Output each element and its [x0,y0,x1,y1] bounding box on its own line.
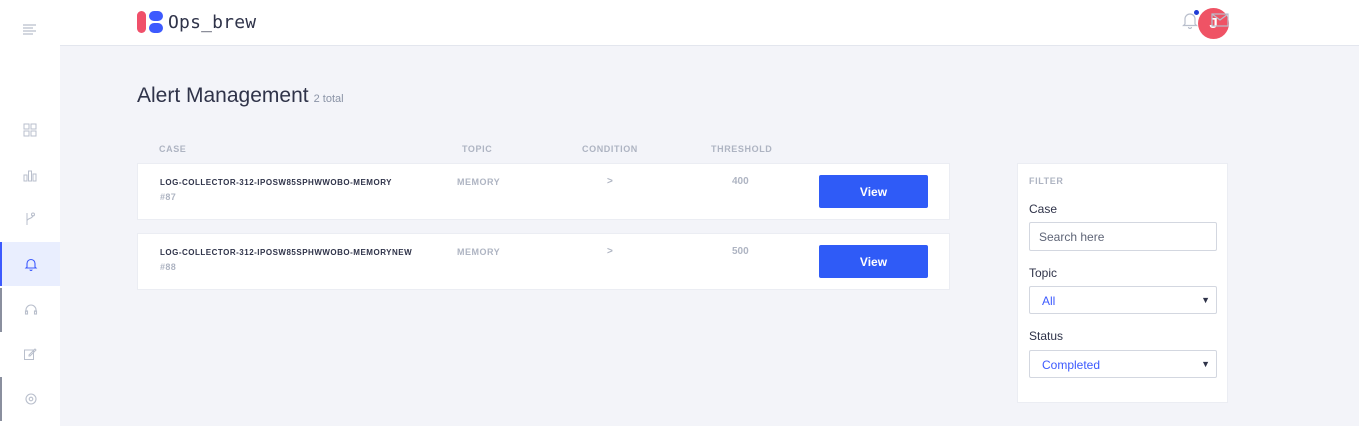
sidebar-item-branches[interactable] [0,197,60,241]
case-search-input[interactable] [1029,222,1217,251]
case-name: LOG-COLLECTOR-312-IPOSW85SPHWWOBO-MEMORY [160,178,393,187]
topic-filter-label: Topic [1029,266,1058,280]
sidebar-item-edit[interactable] [0,332,60,376]
topic-value: MEMORY [457,247,501,257]
column-header-case: CASE [159,144,187,154]
view-button[interactable]: View [819,245,928,278]
logo-mark-icon [136,10,164,34]
messages-button[interactable] [1209,9,1231,31]
column-header-threshold: THRESHOLD [711,144,773,154]
case-id: #87 [160,192,177,202]
case-name: LOG-COLLECTOR-312-IPOSW85SPHWWOBO-MEMORY… [160,248,413,257]
chevron-down-icon: ▼ [1201,295,1210,305]
column-header-condition: CONDITION [582,144,638,154]
status-filter-label: Status [1029,329,1064,343]
table-row: LOG-COLLECTOR-312-IPOSW85SPHWWOBO-MEMORY… [137,233,950,290]
sidebar-item-settings[interactable] [0,377,60,421]
status-select[interactable]: Completed ▼ [1029,350,1217,378]
page-title: Alert Management [137,84,309,107]
bell-icon [24,258,38,271]
view-button[interactable]: View [819,175,928,208]
topic-select[interactable]: All ▼ [1029,286,1217,314]
threshold-value: 500 [732,246,749,257]
topic-selected-value: All [1042,294,1056,308]
chevron-down-icon: ▼ [1201,359,1210,369]
topic-value: MEMORY [457,177,501,187]
mail-icon [1211,13,1229,27]
dashboard-icon [23,123,37,137]
sidebar-item-dashboard[interactable] [0,108,60,152]
total-count: 2 total [313,93,344,105]
headset-icon [24,304,38,315]
sidebar [0,0,60,426]
table-header: CASE TOPIC CONDITION THRESHOLD [137,144,950,158]
sidebar-item-alerts[interactable] [0,242,60,286]
column-header-topic: TOPIC [462,144,493,154]
edit-icon [24,348,37,360]
page-heading: Alert Management 2 total [137,84,344,108]
sidebar-item-analytics[interactable] [0,153,60,197]
brand-name: Ops_brew [168,11,257,33]
threshold-value: 400 [732,176,749,187]
sidebar-item-support[interactable] [0,288,60,332]
notification-dot [1194,10,1199,15]
table-row: LOG-COLLECTOR-312-IPOSW85SPHWWOBO-MEMORY… [137,163,950,220]
chart-icon [23,170,37,182]
case-filter-label: Case [1029,202,1058,216]
filter-panel: FILTER Case Topic All ▼ Status Completed… [1017,163,1228,403]
filter-title: FILTER [1029,176,1064,186]
header-actions [1179,9,1231,31]
menu-toggle-icon[interactable] [20,22,40,38]
top-header: Ops_brew J [60,0,1359,46]
settings-icon [25,393,37,405]
status-selected-value: Completed [1042,358,1101,372]
condition-value: > [607,246,613,257]
case-id: #88 [160,262,177,272]
branch-icon [26,212,35,225]
logo[interactable]: Ops_brew [136,10,256,34]
notifications-button[interactable] [1179,9,1201,31]
condition-value: > [607,176,613,187]
